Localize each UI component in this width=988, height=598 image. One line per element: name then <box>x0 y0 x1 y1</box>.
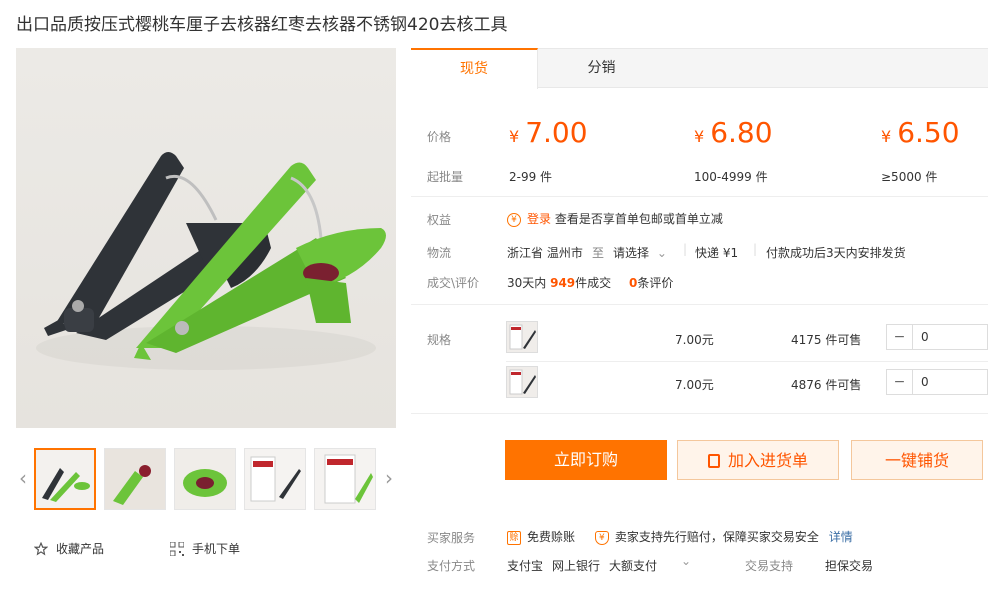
currency-symbol: ¥ <box>509 127 520 146</box>
buy-now-button[interactable]: 立即订购 <box>505 440 667 480</box>
sku-thumbnail-1[interactable] <box>506 321 538 353</box>
payment-method-3: 大额支付 <box>609 559 658 573</box>
quantity-input[interactable]: 0 <box>913 325 987 349</box>
ship-note: 付款成功后3天内安排发货 <box>766 246 906 260</box>
divider <box>506 361 988 362</box>
thumbnail-5[interactable] <box>314 448 376 510</box>
add-cart-label: 加入进货单 <box>727 451 808 470</box>
price-value: 7.00 <box>525 116 588 149</box>
shield-icon: ¥ <box>594 530 609 545</box>
destination-placeholder: 请选择 <box>613 246 650 260</box>
price-value: 6.80 <box>710 116 773 149</box>
add-to-cart-button[interactable]: 加入进货单 <box>677 440 839 480</box>
services-row: 赊免费赊账 ¥ 卖家支持先行赔付，保障买家交易安全 详情 <box>507 528 853 545</box>
benefits-row: ¥ 登录 查看是否享首单包邮或首单立减 <box>507 210 723 227</box>
destination-select[interactable]: 请选择 ⌄ <box>613 244 667 261</box>
services-label: 买家服务 <box>427 531 476 545</box>
benefits-text: 查看是否享首单包邮或首单立减 <box>554 212 723 226</box>
sku-stock-2: 4876 件可售 <box>791 378 862 392</box>
thumbnail-2[interactable] <box>104 448 166 510</box>
price-label: 价格 <box>427 130 452 144</box>
payment-expand-chevron-icon[interactable]: ⌄ <box>681 554 691 568</box>
express-fee: 快递 ¥1 <box>695 246 739 260</box>
thumbnail-strip: ‹ › <box>16 446 396 510</box>
divider <box>411 304 988 305</box>
specs-label: 规格 <box>427 333 452 347</box>
tab-distribution[interactable]: 分销 <box>538 48 665 89</box>
sku-thumbnail-2[interactable] <box>506 366 538 398</box>
minus-button[interactable]: − <box>887 370 913 394</box>
moq-range-3: ≥5000 件 <box>881 170 938 184</box>
collect-label: 收藏产品 <box>56 542 105 556</box>
product-title: 出口品质按压式樱桃车厘子去核器红枣去核器不锈钢420去核工具 <box>16 15 508 35</box>
trade-support-value: 担保交易 <box>825 559 874 573</box>
cherry-pitter-illustration <box>36 152 386 370</box>
thumbnail-4[interactable] <box>244 448 306 510</box>
credit-icon: 赊 <box>507 530 521 545</box>
quantity-stepper-1[interactable]: − 0 <box>886 324 988 350</box>
mobile-order-button[interactable]: 手机下单 <box>170 540 240 557</box>
sku-price-2: 7.00元 <box>675 378 714 392</box>
deals-count: 949 <box>550 276 576 290</box>
logistics-label: 物流 <box>427 246 452 260</box>
deals-row: 30天内 949件成交 0条评价 <box>507 274 673 291</box>
minus-button[interactable]: − <box>887 325 913 349</box>
login-link[interactable]: 登录 <box>527 212 551 226</box>
tab-spot[interactable]: 现货 <box>411 48 538 89</box>
moq-label: 起批量 <box>427 170 464 184</box>
logistics-to: 至 <box>592 246 605 260</box>
trade-support-label: 交易支持 <box>745 559 794 573</box>
quantity-stepper-2[interactable]: − 0 <box>886 369 988 395</box>
guarantee-text: 卖家支持先行赔付，保障买家交易安全 <box>614 530 819 544</box>
reviews-link[interactable]: 0条评价 <box>629 276 673 290</box>
detail-link[interactable]: 详情 <box>829 530 853 544</box>
clipboard-icon <box>707 454 720 468</box>
purchase-panel: 现货 分销 价格 ¥7.00 ¥6.80 ¥6.50 起批量 2-99 件 10… <box>411 48 988 598</box>
price-tier-1: ¥7.00 <box>509 116 588 149</box>
divider <box>411 413 988 414</box>
main-product-image[interactable] <box>16 48 396 428</box>
gallery-actions: 收藏产品 手机下单 <box>34 540 354 560</box>
thumbnail-next-arrow-icon[interactable]: › <box>382 464 396 492</box>
payment-method-1: 支付宝 <box>507 559 544 573</box>
thumbnail-prev-arrow-icon[interactable]: ‹ <box>16 464 30 492</box>
currency-symbol: ¥ <box>694 127 705 146</box>
coupon-icon: ¥ <box>507 212 521 227</box>
deals-prefix: 30天内 <box>507 276 547 290</box>
chevron-down-icon: ⌄ <box>656 246 667 260</box>
payment-label: 支付方式 <box>427 559 476 573</box>
price-tier-2: ¥6.80 <box>694 116 773 149</box>
price-value: 6.50 <box>897 116 960 149</box>
thumbnail-3[interactable] <box>174 448 236 510</box>
divider <box>411 196 988 197</box>
price-tier-3: ¥6.50 <box>881 116 960 149</box>
tab-bar: 现货 分销 <box>411 48 988 89</box>
free-refund: 免费赊账 <box>527 530 576 544</box>
star-icon <box>34 541 48 556</box>
moq-range-2: 100-4999 件 <box>694 170 768 184</box>
collect-product-button[interactable]: 收藏产品 <box>34 540 104 557</box>
mobile-label: 手机下单 <box>192 542 241 556</box>
separator: | <box>683 242 688 256</box>
deals-suffix: 件成交 <box>575 276 612 290</box>
sku-stock-1: 4175 件可售 <box>791 333 862 347</box>
payment-method-2: 网上银行 <box>552 559 601 573</box>
sku-price-1: 7.00元 <box>675 333 714 347</box>
thumbnail-1[interactable] <box>34 448 96 510</box>
separator: | <box>753 242 758 256</box>
logistics-origin: 浙江省 温州市 <box>507 246 583 260</box>
quantity-input[interactable]: 0 <box>913 370 987 394</box>
qr-code-icon <box>170 541 184 556</box>
currency-symbol: ¥ <box>881 127 892 146</box>
moq-range-1: 2-99 件 <box>509 170 553 184</box>
reviews-suffix: 条评价 <box>637 276 674 290</box>
deals-label: 成交\评价 <box>427 276 480 290</box>
one-click-distribution-button[interactable]: 一键铺货 <box>851 440 983 480</box>
benefits-label: 权益 <box>427 213 452 227</box>
